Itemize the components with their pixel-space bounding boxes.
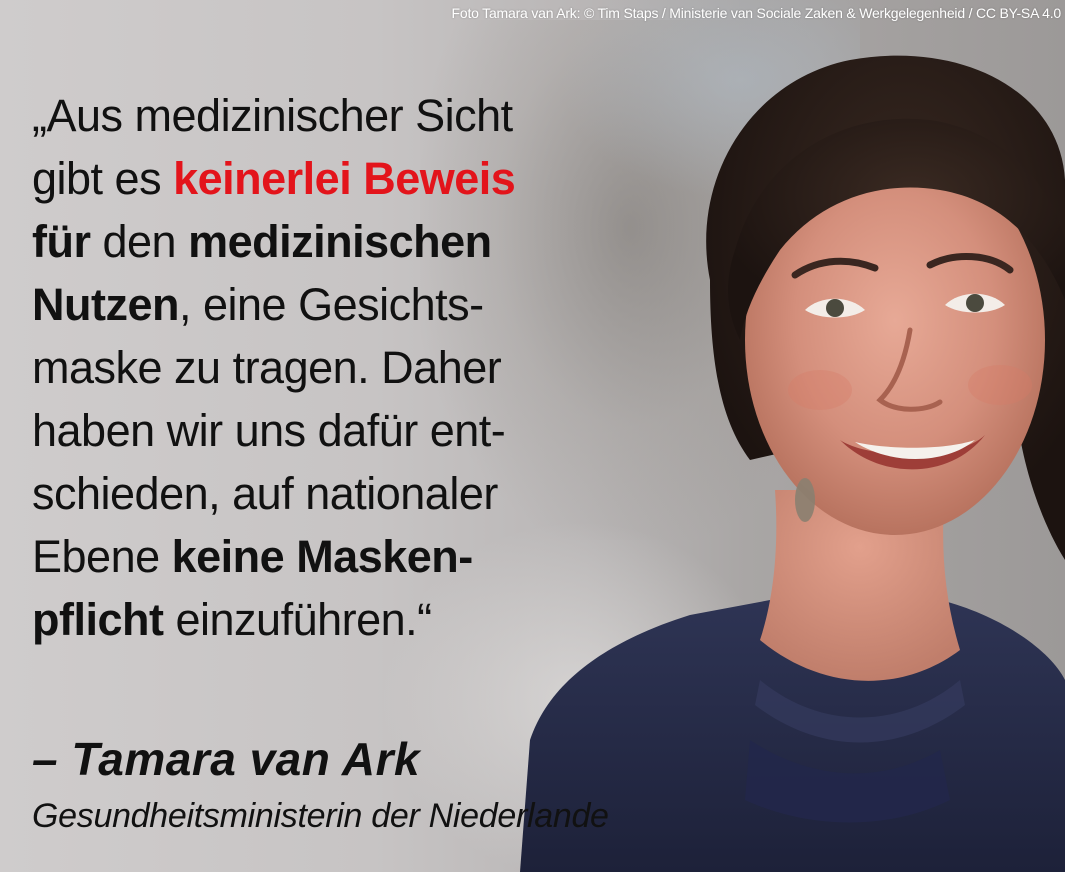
bold-phrase: pflicht [32, 594, 164, 645]
quote-segment: den [90, 216, 189, 267]
quote-text: „Aus medizinischer Sicht gibt es keinerl… [32, 84, 652, 651]
highlight-phrase: keinerlei Beweis [173, 153, 516, 204]
quote-segment: haben wir uns dafür ent- [32, 405, 506, 456]
photo-credit: Foto Tamara van Ark: © Tim Staps / Minis… [451, 5, 1062, 21]
quote-line: „Aus medizinischer Sicht [32, 84, 652, 147]
quote-segment: maske zu tragen. Daher [32, 342, 502, 393]
quote-segment: schieden, auf nationaler [32, 468, 498, 519]
quote-segment: „Aus medizinischer Sicht [32, 90, 513, 141]
quote-line: Nutzen, eine Gesichts- [32, 273, 652, 336]
author-name: – Tamara van Ark [32, 733, 421, 785]
bold-phrase: keine Masken- [171, 531, 474, 582]
quote-line: maske zu tragen. Daher [32, 336, 652, 399]
quote-segment: einzuführen.“ [163, 594, 432, 645]
bold-phrase: Nutzen [32, 279, 180, 330]
bold-phrase: für [32, 216, 91, 267]
quote-card: Foto Tamara van Ark: © Tim Staps / Minis… [0, 0, 1065, 872]
quote-segment: Ebene [32, 531, 172, 582]
quote-segment: , eine Gesichts- [179, 279, 484, 330]
quote-line: gibt es keinerlei Beweis [32, 147, 652, 210]
author-role: Gesundheitsministerin der Niederlande [32, 797, 609, 835]
bold-phrase: medizinischen [188, 216, 492, 267]
quote-segment: gibt es [32, 153, 174, 204]
quote-line: pflicht einzuführen.“ [32, 588, 652, 651]
quote-line: schieden, auf nationaler [32, 462, 652, 525]
quote-line: für den medizinischen [32, 210, 652, 273]
quote-line: haben wir uns dafür ent- [32, 399, 652, 462]
quote-line: Ebene keine Masken- [32, 525, 652, 588]
